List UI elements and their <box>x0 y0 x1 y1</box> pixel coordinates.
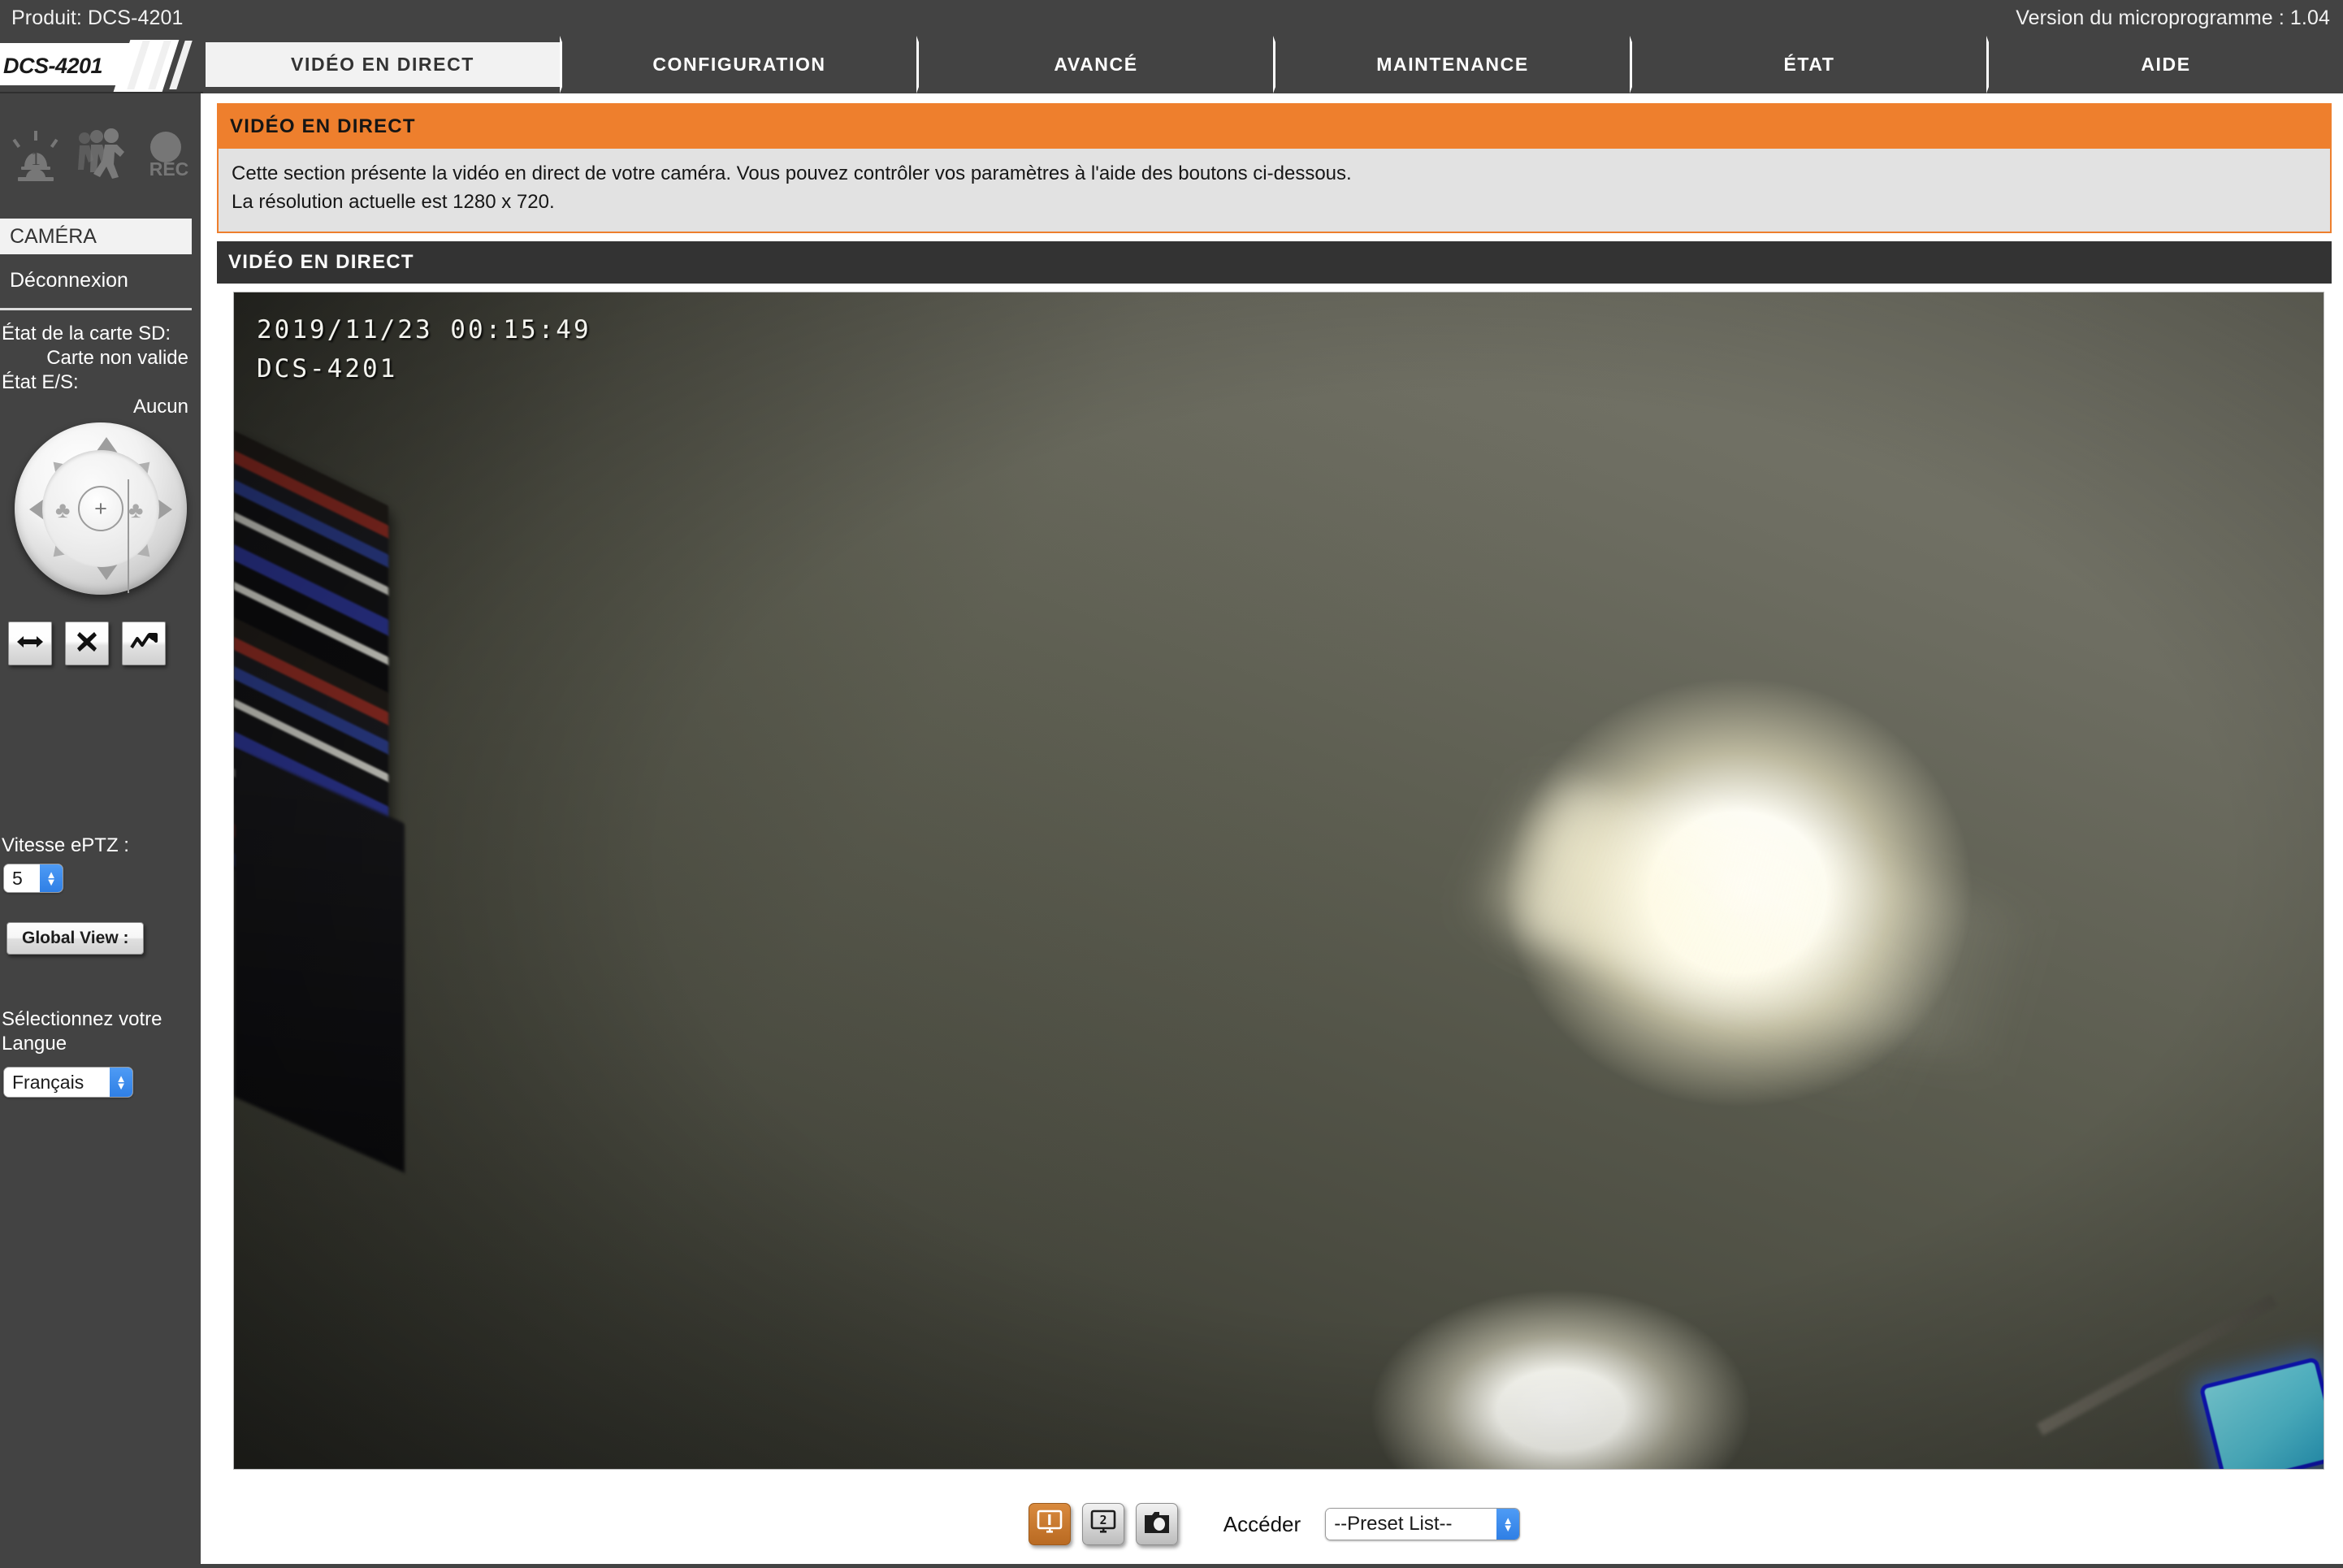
tab-help[interactable]: AIDE <box>1986 36 2343 93</box>
navigation-row: DCS-4201 VIDÉO EN DIRECT CONFIGURATION A… <box>0 36 2343 93</box>
alarm-siren-icon: 1 <box>10 128 62 181</box>
sidebar: 1 REC CAMÉRA Déconnexion État de la cart… <box>0 93 203 1568</box>
language-value: Français <box>4 1068 110 1097</box>
tab-maintenance[interactable]: MAINTENANCE <box>1273 36 1630 93</box>
tab-status[interactable]: ÉTAT <box>1630 36 1986 93</box>
sidebar-item-logout[interactable]: Déconnexion <box>0 262 192 298</box>
monitor-profile-icon <box>1036 1509 1063 1540</box>
rec-indicator-icon: REC <box>140 128 197 181</box>
language-label: Sélectionnez votre Langue <box>2 1008 162 1055</box>
eptz-speed-value: 5 <box>4 864 40 892</box>
pan-horizontal-icon <box>15 635 45 653</box>
logo-model-text: DCS-4201 <box>3 54 103 78</box>
stop-button[interactable] <box>65 622 109 665</box>
svg-text:REC: REC <box>149 158 189 180</box>
ptz-zoom-out-icon[interactable]: ♣ <box>128 497 143 523</box>
motion-detect-icon <box>71 128 130 181</box>
stop-icon <box>76 630 98 657</box>
page-description: Cette section présente la vidéo en direc… <box>219 149 2330 232</box>
pan-button-row <box>8 622 166 665</box>
ptz-home-button[interactable]: + <box>78 486 123 531</box>
chevron-updown-icon[interactable]: ▲ ▼ <box>40 864 63 892</box>
preset-list-select[interactable]: --Preset List-- ▲ ▼ <box>1325 1508 1521 1540</box>
acceder-label: Accéder <box>1223 1511 1301 1536</box>
section-header: VIDÉO EN DIRECT <box>217 240 2332 284</box>
ptz-crosshair <box>128 479 129 593</box>
profile-2-button[interactable]: 2 <box>1081 1503 1124 1545</box>
page-banner: VIDÉO EN DIRECT Cette section présente l… <box>217 103 2332 233</box>
video-osd-overlay: 2019/11/23 00:15:49 DCS-4201 <box>257 310 591 388</box>
ptz-control-pad[interactable]: ♣ ♣ + <box>15 422 187 595</box>
tab-advanced[interactable]: AVANCÉ <box>916 36 1273 93</box>
video-vignette <box>234 292 2324 1469</box>
main-content: VIDÉO EN DIRECT Cette section présente l… <box>206 93 2343 1568</box>
chevron-updown-icon[interactable]: ▲ ▼ <box>1496 1509 1520 1540</box>
preset-list-value: --Preset List-- <box>1326 1509 1497 1540</box>
product-logo: DCS-4201 <box>0 36 203 93</box>
global-view-button[interactable]: Global View : <box>6 922 145 955</box>
eptz-speed-select[interactable]: 5 ▲ ▼ <box>3 864 63 893</box>
chevron-updown-icon[interactable]: ▲ ▼ <box>110 1068 132 1097</box>
page-description-line1: Cette section présente la vidéo en direc… <box>232 162 1352 184</box>
pan-horizontal-button[interactable] <box>8 622 52 665</box>
patrol-button[interactable] <box>122 622 166 665</box>
eptz-speed-label: Vitesse ePTZ : <box>2 834 129 856</box>
osd-camera-name: DCS-4201 <box>257 353 398 383</box>
tab-live-video[interactable]: VIDÉO EN DIRECT <box>203 36 560 93</box>
sd-card-status-label: État de la carte SD: <box>2 323 171 344</box>
profile-1-button[interactable] <box>1028 1503 1071 1545</box>
monitor-profile-icon: 2 <box>1089 1509 1117 1540</box>
patrol-icon <box>130 631 158 656</box>
product-label: Produit: DCS-4201 <box>11 6 184 29</box>
osd-timestamp: 2019/11/23 00:15:49 <box>257 314 591 344</box>
svg-text:2: 2 <box>1099 1513 1107 1527</box>
page-title: VIDÉO EN DIRECT <box>219 105 2330 149</box>
video-toolbar: 2 Accéder --Preset List-- ▲ ▼ <box>206 1493 2343 1555</box>
ptz-zoom-in-icon[interactable]: ♣ <box>55 497 70 523</box>
live-video-player[interactable]: 2019/11/23 00:15:49 DCS-4201 <box>233 291 2324 1470</box>
sidebar-divider <box>0 308 192 310</box>
svg-text:1: 1 <box>31 149 41 170</box>
status-icon-row: 1 REC <box>0 111 203 197</box>
language-select[interactable]: Français ▲ ▼ <box>3 1067 133 1098</box>
main-tabs: VIDÉO EN DIRECT CONFIGURATION AVANCÉ MAI… <box>203 36 2343 93</box>
io-status-label: État E/S: <box>2 371 79 393</box>
top-product-bar: Produit: DCS-4201 Version du microprogra… <box>0 0 2343 36</box>
camera-snapshot-icon <box>1143 1510 1171 1539</box>
snapshot-button[interactable] <box>1135 1503 1178 1545</box>
bottom-rule <box>0 1564 2343 1568</box>
io-status-value: Aucun <box>132 396 188 418</box>
tab-configuration[interactable]: CONFIGURATION <box>560 36 916 93</box>
page-description-line2: La résolution actuelle est 1280 x 720. <box>232 190 555 213</box>
sd-card-status-value: Carte non valide <box>46 347 188 369</box>
firmware-version-label: Version du microprogramme : 1.04 <box>2016 6 2330 29</box>
sidebar-item-camera[interactable]: CAMÉRA <box>0 219 192 254</box>
